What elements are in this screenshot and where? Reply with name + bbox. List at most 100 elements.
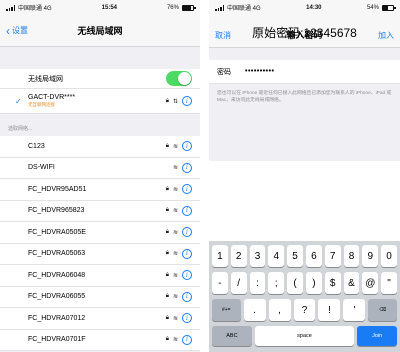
lock-icon: 🔒︎: [165, 142, 169, 149]
info-icon[interactable]: i: [182, 96, 192, 106]
network-row[interactable]: FC_HDVRA05063 🔒︎ ≋ i: [0, 243, 200, 265]
info-icon[interactable]: i: [182, 313, 192, 324]
network-row[interactable]: FC_HDVR95AD51 🔒︎ ≋ i: [0, 179, 200, 201]
connected-network-row[interactable]: ✓ GACT-DVR**** 无互联网连接 🔒︎ ⇅ i: [0, 89, 200, 114]
network-row[interactable]: C123 🔒︎ ≋ i: [0, 136, 200, 158]
keyboard-key[interactable]: ': [343, 299, 366, 321]
keyboard-row-numbers: 1234567890: [212, 245, 397, 267]
info-icon[interactable]: i: [182, 141, 192, 152]
battery-icon: [381, 4, 396, 11]
delete-key[interactable]: ⌫: [368, 299, 397, 321]
wifi-icon: ≋: [172, 229, 178, 236]
connected-ssid: GACT-DVR****: [28, 94, 76, 101]
wlan-toggle[interactable]: [166, 71, 192, 86]
keyboard-key[interactable]: .: [243, 299, 266, 321]
keyboard-key[interactable]: 4: [268, 245, 285, 267]
network-row[interactable]: FC_HDVRA0505E 🔒︎ ≋ i: [0, 222, 200, 244]
keyboard-key[interactable]: 7: [324, 245, 341, 267]
navigation-bar: ‹ 设置 无线局域网: [0, 15, 200, 47]
wifi-icon: ≋: [172, 208, 178, 215]
network-ssid: DS-WIFI: [28, 164, 55, 172]
signal-icon: [6, 4, 15, 11]
keyboard-key[interactable]: 1: [212, 245, 228, 267]
keyboard-key[interactable]: ": [381, 272, 397, 294]
network-ssid: FC_HDVRA06048: [28, 271, 86, 279]
clock: 14:30: [306, 4, 322, 11]
wifi-icon: ≋: [172, 294, 178, 301]
network-ssid: FC_HDVR965823: [28, 207, 85, 215]
password-row: 密码 ••••••••••: [209, 60, 400, 84]
network-row[interactable]: DS-WIFI ≋ i: [0, 157, 200, 179]
keyboard-key[interactable]: 2: [230, 245, 247, 267]
numeric-keyboard: 1234567890 - /:;() $ & @ " #+=.,?! ' ⌫ ABC spac…: [209, 241, 400, 352]
lock-icon: 🔒︎: [165, 97, 169, 104]
keyboard-key[interactable]: $: [324, 272, 341, 294]
lock-icon: 🔒︎: [165, 293, 169, 300]
keyboard-key[interactable]: -: [212, 272, 228, 294]
status-bar: 中国联通 4G 15:54 76%: [0, 0, 200, 15]
info-icon[interactable]: i: [182, 270, 192, 281]
keyboard-key[interactable]: 8: [343, 245, 360, 267]
abc-key[interactable]: ABC: [212, 326, 252, 346]
lock-icon: 🔒︎: [165, 336, 169, 343]
keyboard-key[interactable]: 0: [381, 245, 397, 267]
lock-icon: 🔒︎: [165, 185, 169, 192]
keyboard-key[interactable]: &: [343, 272, 360, 294]
keyboard-key[interactable]: 3: [249, 245, 266, 267]
network-row[interactable]: FC_HDVR965823 🔒︎ ≋ i: [0, 200, 200, 222]
keyboard-key[interactable]: @: [362, 272, 379, 294]
lock-icon: 🔒︎: [165, 271, 169, 278]
wifi-icon: ≋: [172, 186, 178, 193]
network-row[interactable]: FC_HDVRA07012 🔒︎ ≋ i: [0, 308, 200, 330]
network-ssid: FC_HDVRA06055: [28, 293, 86, 301]
keyboard-key[interactable]: ): [305, 272, 322, 294]
password-annotation: 原始密码:12345678: [252, 26, 357, 40]
info-icon[interactable]: i: [182, 291, 192, 302]
keyboard-key[interactable]: :: [249, 272, 266, 294]
info-icon[interactable]: i: [182, 227, 192, 238]
keyboard-row-bottom: ABC space Join: [212, 326, 397, 346]
network-row[interactable]: FC_HDVRA0701F 🔒︎ ≋ i: [0, 329, 200, 351]
network-ssid: FC_HDVRA07012: [28, 314, 86, 322]
back-button[interactable]: ‹ 设置: [6, 25, 28, 37]
network-ssid: FC_HDVRA0505E: [28, 228, 86, 236]
keyboard-key[interactable]: ?: [293, 299, 316, 321]
section-label: 选取网络...: [8, 126, 33, 132]
info-icon[interactable]: i: [182, 184, 192, 195]
keyboard-row-punctuation: #+=.,?! ' ⌫: [212, 299, 397, 321]
chevron-left-icon: ‹: [6, 23, 10, 38]
info-icon[interactable]: i: [182, 205, 192, 216]
lock-icon: 🔒︎: [165, 228, 169, 235]
join-key[interactable]: Join: [357, 326, 397, 346]
enter-password-screen: 中国联通 4G 14:30 54% 原始密码:12345678 取消 输入密码 …: [209, 0, 400, 352]
network-row[interactable]: FC_HDVRA06055 🔒︎ ≋ i: [0, 286, 200, 308]
symbols-toggle-key[interactable]: #+=: [212, 299, 241, 321]
info-icon[interactable]: i: [182, 248, 192, 259]
keyboard-key[interactable]: 5: [287, 245, 303, 267]
battery-percent: 54%: [366, 4, 379, 11]
space-key[interactable]: space: [254, 326, 355, 346]
lock-icon: 🔒︎: [165, 207, 169, 214]
keyboard-key[interactable]: 6: [305, 245, 322, 267]
checkmark-icon: ✓: [15, 96, 22, 106]
battery-percent: 76%: [166, 4, 179, 11]
signal-icon: [215, 4, 224, 11]
keyboard-row-symbols: - /:;() $ & @ ": [212, 272, 397, 294]
wifi-icon: ≋: [172, 272, 178, 279]
keyboard-key[interactable]: 9: [362, 245, 379, 267]
keyboard-key[interactable]: !: [318, 299, 341, 321]
back-label: 设置: [12, 26, 28, 35]
info-icon[interactable]: i: [182, 334, 192, 345]
keyboard-key[interactable]: ,: [268, 299, 291, 321]
network-row[interactable]: FC_HDVRA06048 🔒︎ ≋ i: [0, 265, 200, 287]
keyboard-key[interactable]: ;: [268, 272, 285, 294]
info-icon[interactable]: i: [182, 162, 192, 173]
keyboard-key[interactable]: /: [230, 272, 247, 294]
carrier-label: 中国联通 4G: [18, 6, 52, 12]
battery-icon: [181, 4, 196, 11]
keyboard-key[interactable]: (: [287, 272, 303, 294]
network-ssid: C123: [28, 142, 45, 150]
page-title: 无线局域网: [77, 26, 123, 36]
password-field[interactable]: ••••••••••: [245, 68, 275, 75]
